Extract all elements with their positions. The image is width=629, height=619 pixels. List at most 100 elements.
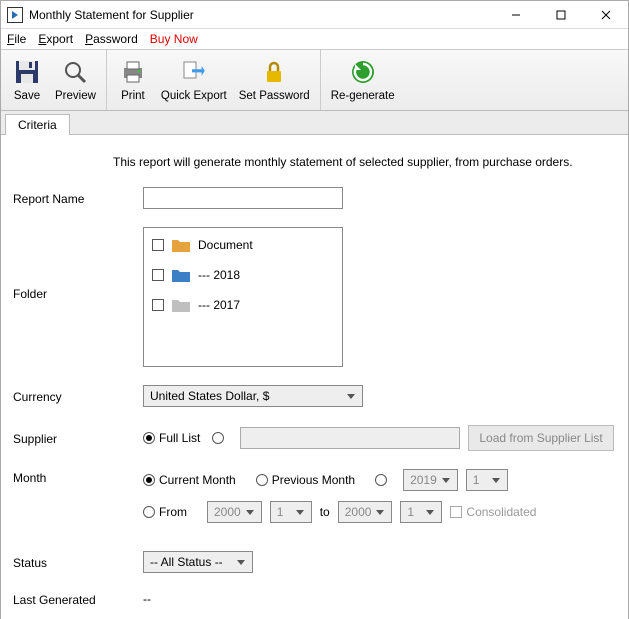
toolbar: Save Preview Print Quick Export Set Pa [1, 49, 628, 111]
app-icon [7, 7, 23, 23]
regenerate-label: Re-generate [331, 90, 395, 102]
description-text: This report will generate monthly statem… [13, 155, 616, 169]
month-specific-option[interactable] [375, 474, 391, 486]
month-previous-label: Previous Month [272, 473, 355, 487]
minimize-button[interactable] [493, 1, 538, 29]
label-month: Month [13, 469, 143, 485]
folder-item[interactable]: --- 2017 [152, 298, 334, 312]
from-year-select[interactable]: 2000 [207, 501, 262, 523]
report-name-input[interactable] [143, 187, 343, 209]
row-month: Month Current Month Previous Month 2019 [13, 469, 616, 533]
currency-value: United States Dollar, $ [150, 389, 269, 403]
from-mon-value: 1 [277, 505, 284, 519]
from-mon-select[interactable]: 1 [270, 501, 312, 523]
to-year-value: 2000 [345, 505, 372, 519]
row-status: Status -- All Status -- [13, 551, 616, 573]
folder-checkbox[interactable] [152, 269, 164, 281]
row-currency: Currency United States Dollar, $ [13, 385, 616, 407]
label-last-generated: Last Generated [13, 591, 143, 607]
consolidated-checkbox[interactable] [450, 506, 462, 518]
radio-icon [212, 432, 224, 444]
radio-icon [256, 474, 268, 486]
preview-button[interactable]: Preview [49, 50, 102, 110]
month-mon-select[interactable]: 1 [466, 469, 508, 491]
to-year-select[interactable]: 2000 [338, 501, 393, 523]
row-last-generated: Last Generated -- [13, 591, 616, 607]
export-icon [178, 56, 210, 88]
label-supplier: Supplier [13, 430, 143, 446]
to-label: to [320, 505, 330, 519]
folder-name: --- 2018 [198, 268, 240, 282]
print-label: Print [121, 90, 145, 102]
label-currency: Currency [13, 388, 143, 404]
month-from-label: From [159, 505, 187, 519]
menu-file[interactable]: File [7, 32, 26, 46]
save-icon [11, 56, 43, 88]
status-select[interactable]: -- All Status -- [143, 551, 253, 573]
radio-icon [143, 506, 155, 518]
radio-icon [375, 474, 387, 486]
tool-group-3: Re-generate [321, 50, 405, 110]
folder-checkbox[interactable] [152, 299, 164, 311]
preview-icon [59, 56, 91, 88]
supplier-full-list-label: Full List [159, 431, 200, 445]
close-button[interactable] [583, 1, 628, 29]
folder-tree[interactable]: Document --- 2018 --- 2017 [143, 227, 343, 367]
month-year-value: 2019 [410, 473, 437, 487]
currency-select[interactable]: United States Dollar, $ [143, 385, 363, 407]
folder-item[interactable]: Document [152, 238, 334, 252]
label-folder: Folder [13, 227, 143, 301]
from-year-value: 2000 [214, 505, 241, 519]
menu-buy-now[interactable]: Buy Now [150, 32, 198, 46]
tabstrip: Criteria [1, 111, 628, 135]
label-report-name: Report Name [13, 190, 143, 206]
consolidated-option: Consolidated [450, 505, 536, 519]
month-previous-option[interactable]: Previous Month [256, 473, 355, 487]
menu-password[interactable]: Password [85, 32, 138, 46]
tool-group-2: Print Quick Export Set Password [107, 50, 321, 110]
month-year-select[interactable]: 2019 [403, 469, 458, 491]
supplier-full-list-option[interactable]: Full List [143, 431, 200, 445]
status-value: -- All Status -- [150, 555, 223, 569]
print-icon [117, 56, 149, 88]
supplier-filter-option[interactable] [212, 432, 228, 444]
month-current-label: Current Month [159, 473, 236, 487]
save-button[interactable]: Save [5, 50, 49, 110]
quick-export-button[interactable]: Quick Export [155, 50, 233, 110]
regenerate-button[interactable]: Re-generate [325, 50, 401, 110]
set-password-label: Set Password [239, 90, 310, 102]
month-options: Current Month Previous Month 2019 1 [143, 469, 536, 533]
save-label: Save [14, 90, 40, 102]
supplier-filter-input [240, 427, 460, 449]
maximize-button[interactable] [538, 1, 583, 29]
menu-export[interactable]: Export [38, 32, 73, 46]
tab-criteria[interactable]: Criteria [5, 114, 70, 135]
last-generated-value: -- [143, 592, 151, 606]
titlebar: Monthly Statement for Supplier [1, 1, 628, 29]
preview-label: Preview [55, 90, 96, 102]
lock-icon [258, 56, 290, 88]
folder-checkbox[interactable] [152, 239, 164, 251]
month-current-option[interactable]: Current Month [143, 473, 236, 487]
row-supplier: Supplier Full List Load from Supplier Li… [13, 425, 616, 451]
folder-icon [172, 298, 190, 312]
radio-icon [143, 432, 155, 444]
print-button[interactable]: Print [111, 50, 155, 110]
row-report-name: Report Name [13, 187, 616, 209]
folder-item[interactable]: --- 2018 [152, 268, 334, 282]
to-mon-value: 1 [407, 505, 414, 519]
criteria-panel: This report will generate monthly statem… [1, 135, 628, 619]
row-folder: Folder Document --- 2018 [13, 227, 616, 367]
folder-icon [172, 268, 190, 282]
label-status: Status [13, 554, 143, 570]
to-mon-select[interactable]: 1 [400, 501, 442, 523]
set-password-button[interactable]: Set Password [233, 50, 316, 110]
load-supplier-label: Load from Supplier List [479, 431, 602, 445]
folder-icon [172, 238, 190, 252]
consolidated-label: Consolidated [466, 505, 536, 519]
month-from-option[interactable]: From [143, 505, 187, 519]
radio-icon [143, 474, 155, 486]
load-supplier-list-button[interactable]: Load from Supplier List [468, 425, 613, 451]
regenerate-icon [347, 56, 379, 88]
quick-export-label: Quick Export [161, 90, 227, 102]
